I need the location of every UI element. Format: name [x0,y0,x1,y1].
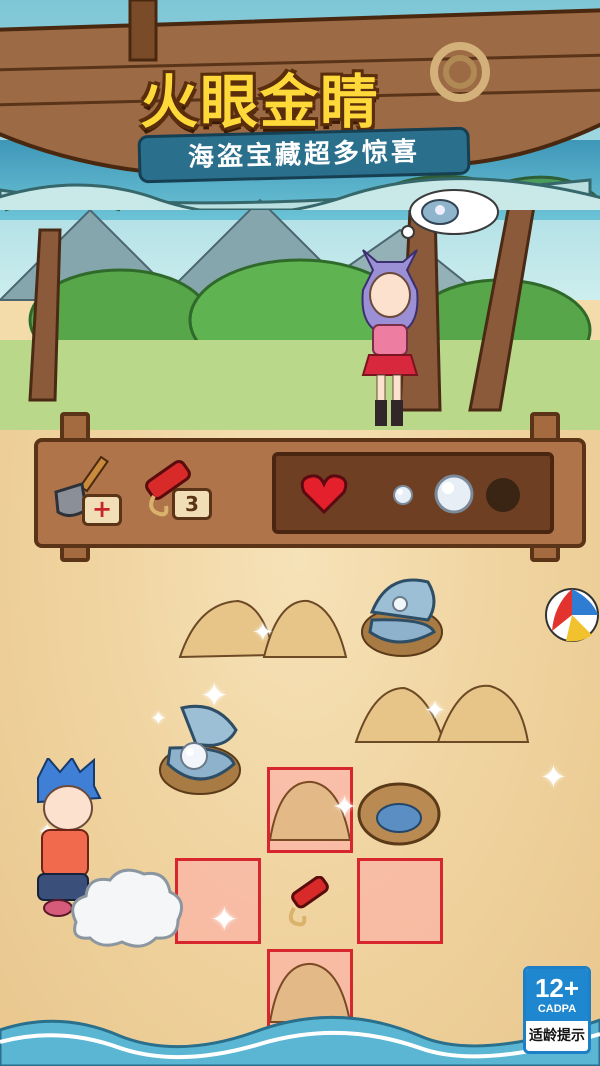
title-main: 火眼金睛 [139,68,380,136]
empty-item-slot [486,478,520,512]
girl-character [361,249,419,426]
shoreline-water [0,1015,600,1066]
collected-items-tray [272,452,554,534]
age-rating-org: CADPA [537,1003,577,1015]
dynamite-tool[interactable]: 3 [138,454,218,528]
shovel-tool[interactable]: + [52,454,132,528]
sparkle-icon: ✦ [424,696,446,726]
age-rating-badge: 12+ CADPA 适龄提示 [523,966,591,1054]
age-rating-label: 适龄提示 [529,1028,585,1044]
title-subtitle: 海盗宝藏超多惊喜 [137,126,471,184]
dynamite-count-badge: 3 [172,488,212,520]
sparkle-icon: ✦ [540,758,567,796]
dust-cloud [71,868,184,948]
dig-tile-right[interactable] [357,858,443,944]
heart-icon [300,474,348,515]
age-rating-top: 12+ CADPA [526,969,588,1021]
sparkle-icon: ✦ [210,900,239,940]
sparkle-icon: ✦ [150,706,167,730]
sparkle-icon: ✦ [252,618,274,648]
open-clam-pearl[interactable] [358,572,448,662]
shovel-add-badge[interactable]: + [82,494,122,526]
beach-ball [545,588,599,642]
dug-hole-shell[interactable] [356,778,442,848]
game-scene: 火眼金睛 海盗宝藏超多惊喜 + 3 ✦ ✦ ✦ ✦ ✦ ✦ ✦ 12+ CADP… [0,0,600,1066]
age-rating-number: 12+ [534,973,580,1003]
toolbar-panel: + 3 [34,412,586,562]
sparkle-icon: ✦ [332,790,358,825]
dynamite-placed-icon[interactable] [282,876,338,928]
thought-bubble [401,189,499,239]
pearl-small-icon [393,485,413,505]
pearl-large-icon [434,474,474,514]
game-title: 火眼金睛 海盗宝藏超多惊喜 [80,55,500,185]
sparkle-icon: ✦ [200,676,229,716]
